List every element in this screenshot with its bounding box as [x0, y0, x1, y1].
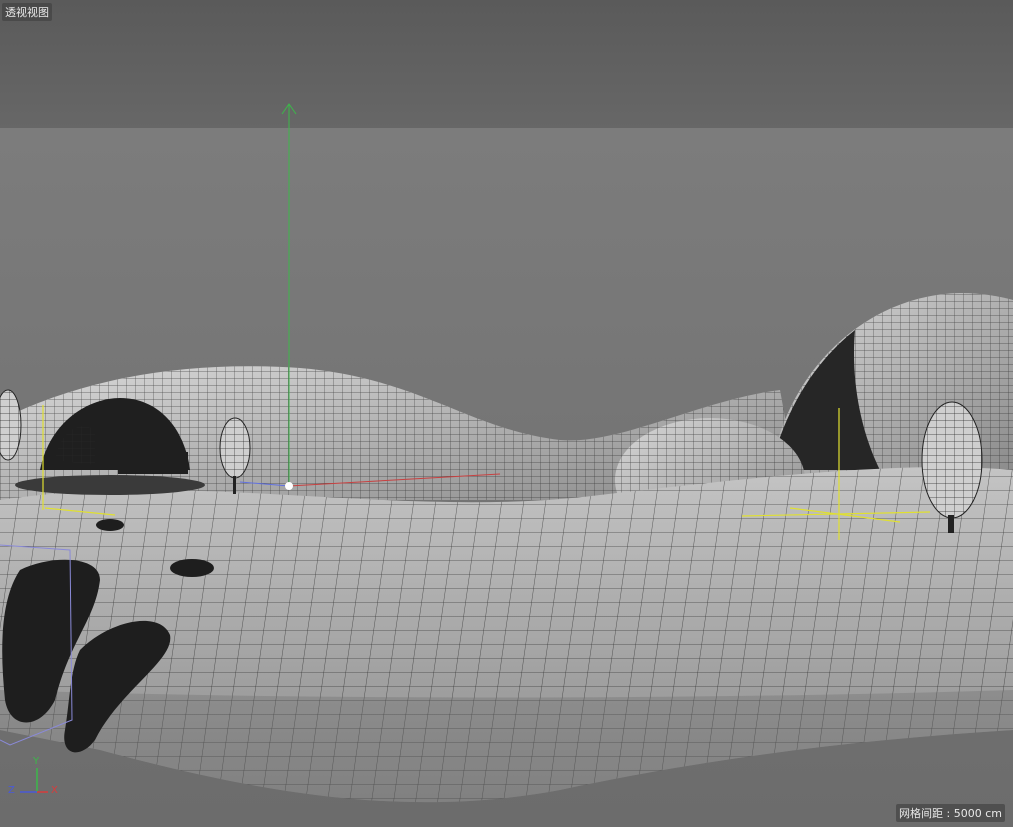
axis-z-label: Z	[8, 785, 15, 796]
sky-upper	[0, 0, 1013, 128]
view-name-label[interactable]: 透视视图	[2, 3, 52, 21]
axis-x-label: X	[51, 785, 58, 796]
perspective-viewport[interactable]: Y X Z 透视视图 网格间距 : 5000 cm	[0, 0, 1013, 827]
scene-canvas[interactable]	[0, 0, 1013, 827]
axis-y-label: Y	[33, 756, 40, 767]
grid-spacing-label: 网格间距 : 5000 cm	[896, 804, 1005, 822]
